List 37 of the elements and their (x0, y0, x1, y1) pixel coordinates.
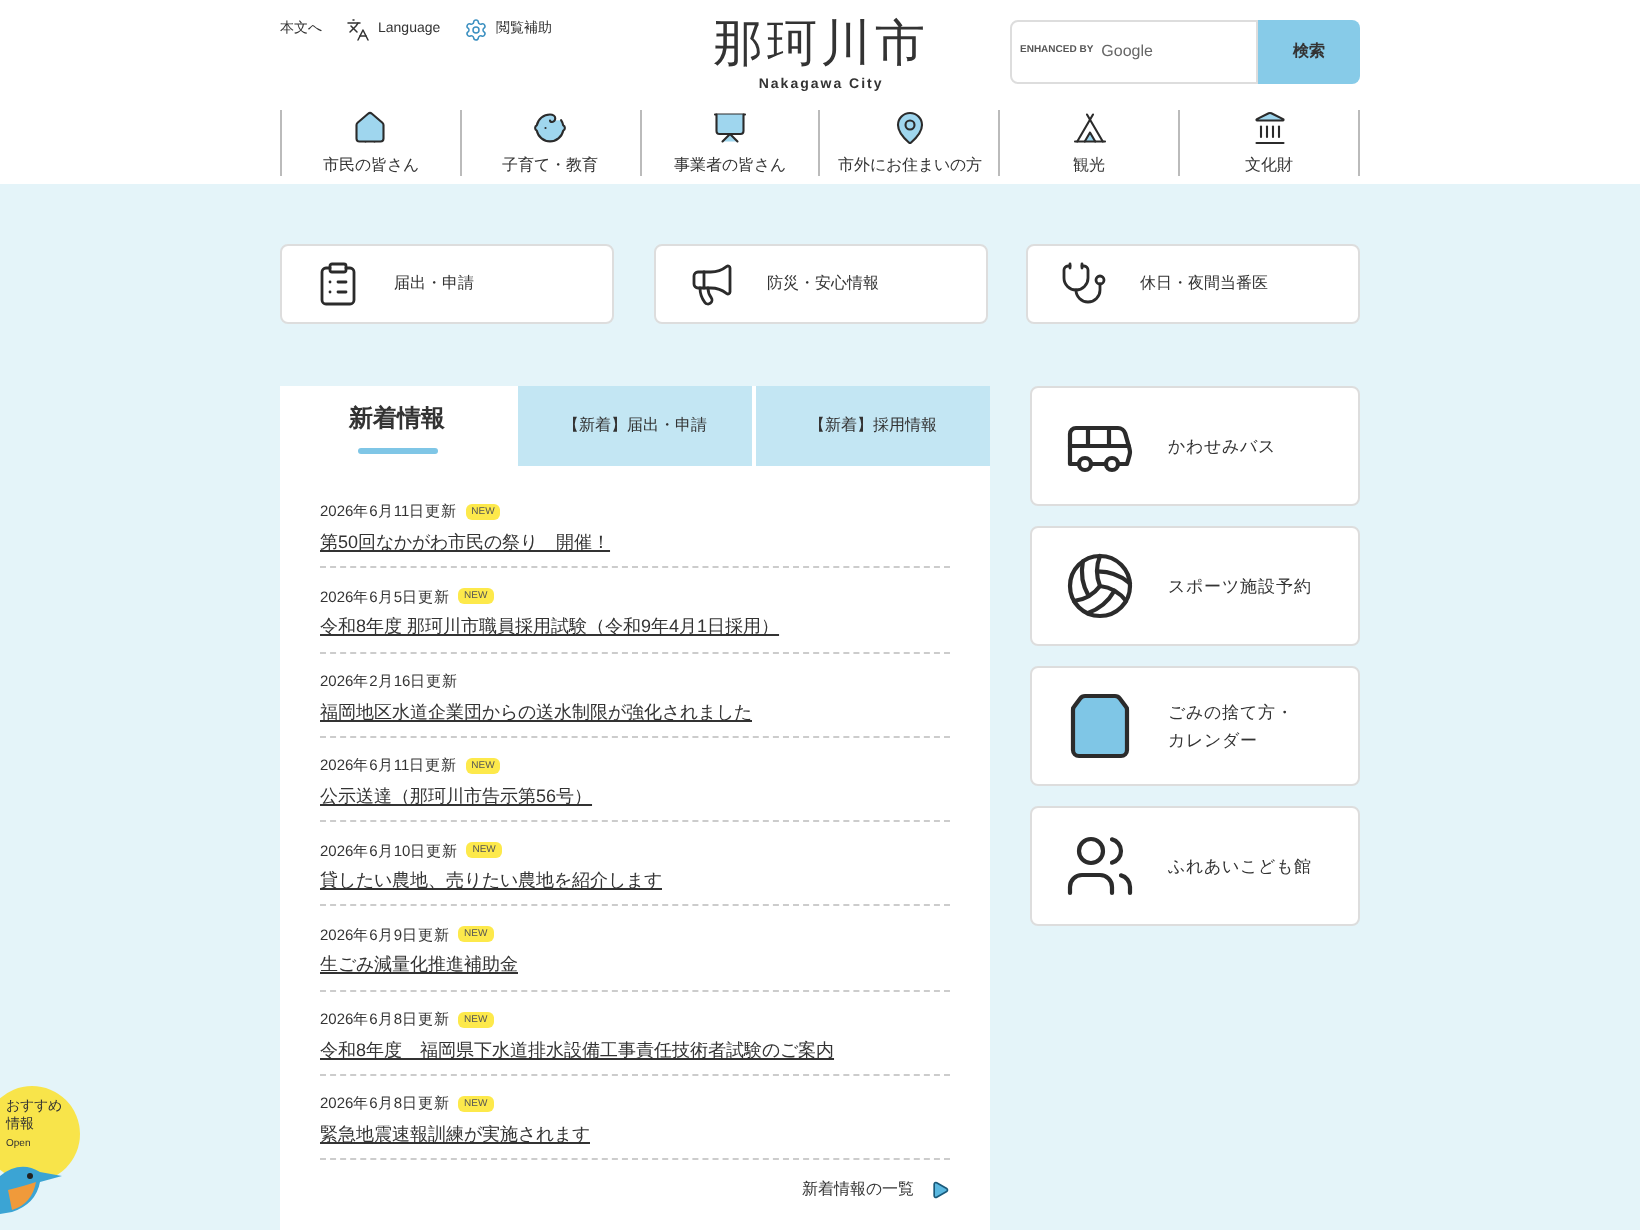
side-link-card[interactable]: かわせみバス (1030, 386, 1360, 506)
quick-link-card[interactable]: 休日・夜間当番医 (1026, 244, 1360, 324)
quick-link-card[interactable]: 防災・安心情報 (653, 244, 987, 324)
logo-title[interactable]: 那珂川市 (713, 16, 930, 72)
nav-item[interactable]: 文化財 (1178, 110, 1360, 176)
news-link[interactable]: 令和8年度 福岡県下水道排水設備工事責任技術者試験のご案内 (320, 1037, 950, 1065)
megaphone-icon (687, 260, 735, 308)
news-tab[interactable]: 【新着】届出・申請 (518, 386, 752, 466)
side-link-card[interactable]: ごみの捨て方・カレンダー (1030, 666, 1360, 786)
news-link[interactable]: 貸したい農地、売りたい農地を紹介します (320, 868, 950, 896)
tent-icon (1071, 110, 1108, 146)
news-list-link[interactable]: 新着情報の一覧 (802, 1178, 914, 1203)
nav-item[interactable]: 子育て・教育 (459, 110, 640, 176)
side-link-card[interactable]: ふれあいこども館 (1030, 806, 1360, 926)
play-icon (930, 1180, 950, 1201)
language-icon (346, 18, 370, 42)
monument-icon (1251, 110, 1288, 146)
ball-icon (1064, 550, 1136, 622)
quick-link-card[interactable]: 届出・申請 (280, 244, 614, 324)
news-link[interactable]: 福岡地区水道企業団からの送水制限が強化されました (320, 699, 950, 727)
news-link[interactable]: 第50回なかがわ市民の祭り 開催！ (320, 530, 950, 557)
news-link[interactable]: 令和8年度 那珂川市職員採用試験（令和9年4月1日採用） (320, 614, 950, 642)
side-link-card[interactable]: スポーツ施設予約 (1030, 526, 1360, 646)
house-icon (352, 110, 389, 146)
nav-item[interactable]: 市外にお住まいの方 (818, 110, 999, 176)
news-tab[interactable]: 【新着】採用情報 (756, 386, 990, 466)
stethoscope-icon (1060, 260, 1108, 308)
map-pin-icon (891, 110, 928, 146)
news-link[interactable]: 緊急地震速報訓練が実施されます (320, 1122, 950, 1150)
nav-item[interactable]: 観光 (998, 110, 1179, 176)
nav-item[interactable]: 事業者の皆さん (639, 110, 819, 176)
search-button[interactable]: 検索 (1258, 20, 1360, 84)
news-link[interactable]: 公示送達（那珂川市告示第56号） (320, 783, 950, 811)
gear-icon (464, 18, 489, 42)
nav-item[interactable]: 市民の皆さん (280, 110, 460, 176)
news-link[interactable]: 生ごみ減量化推進補助金 (320, 952, 950, 980)
tab-underline (357, 447, 437, 453)
